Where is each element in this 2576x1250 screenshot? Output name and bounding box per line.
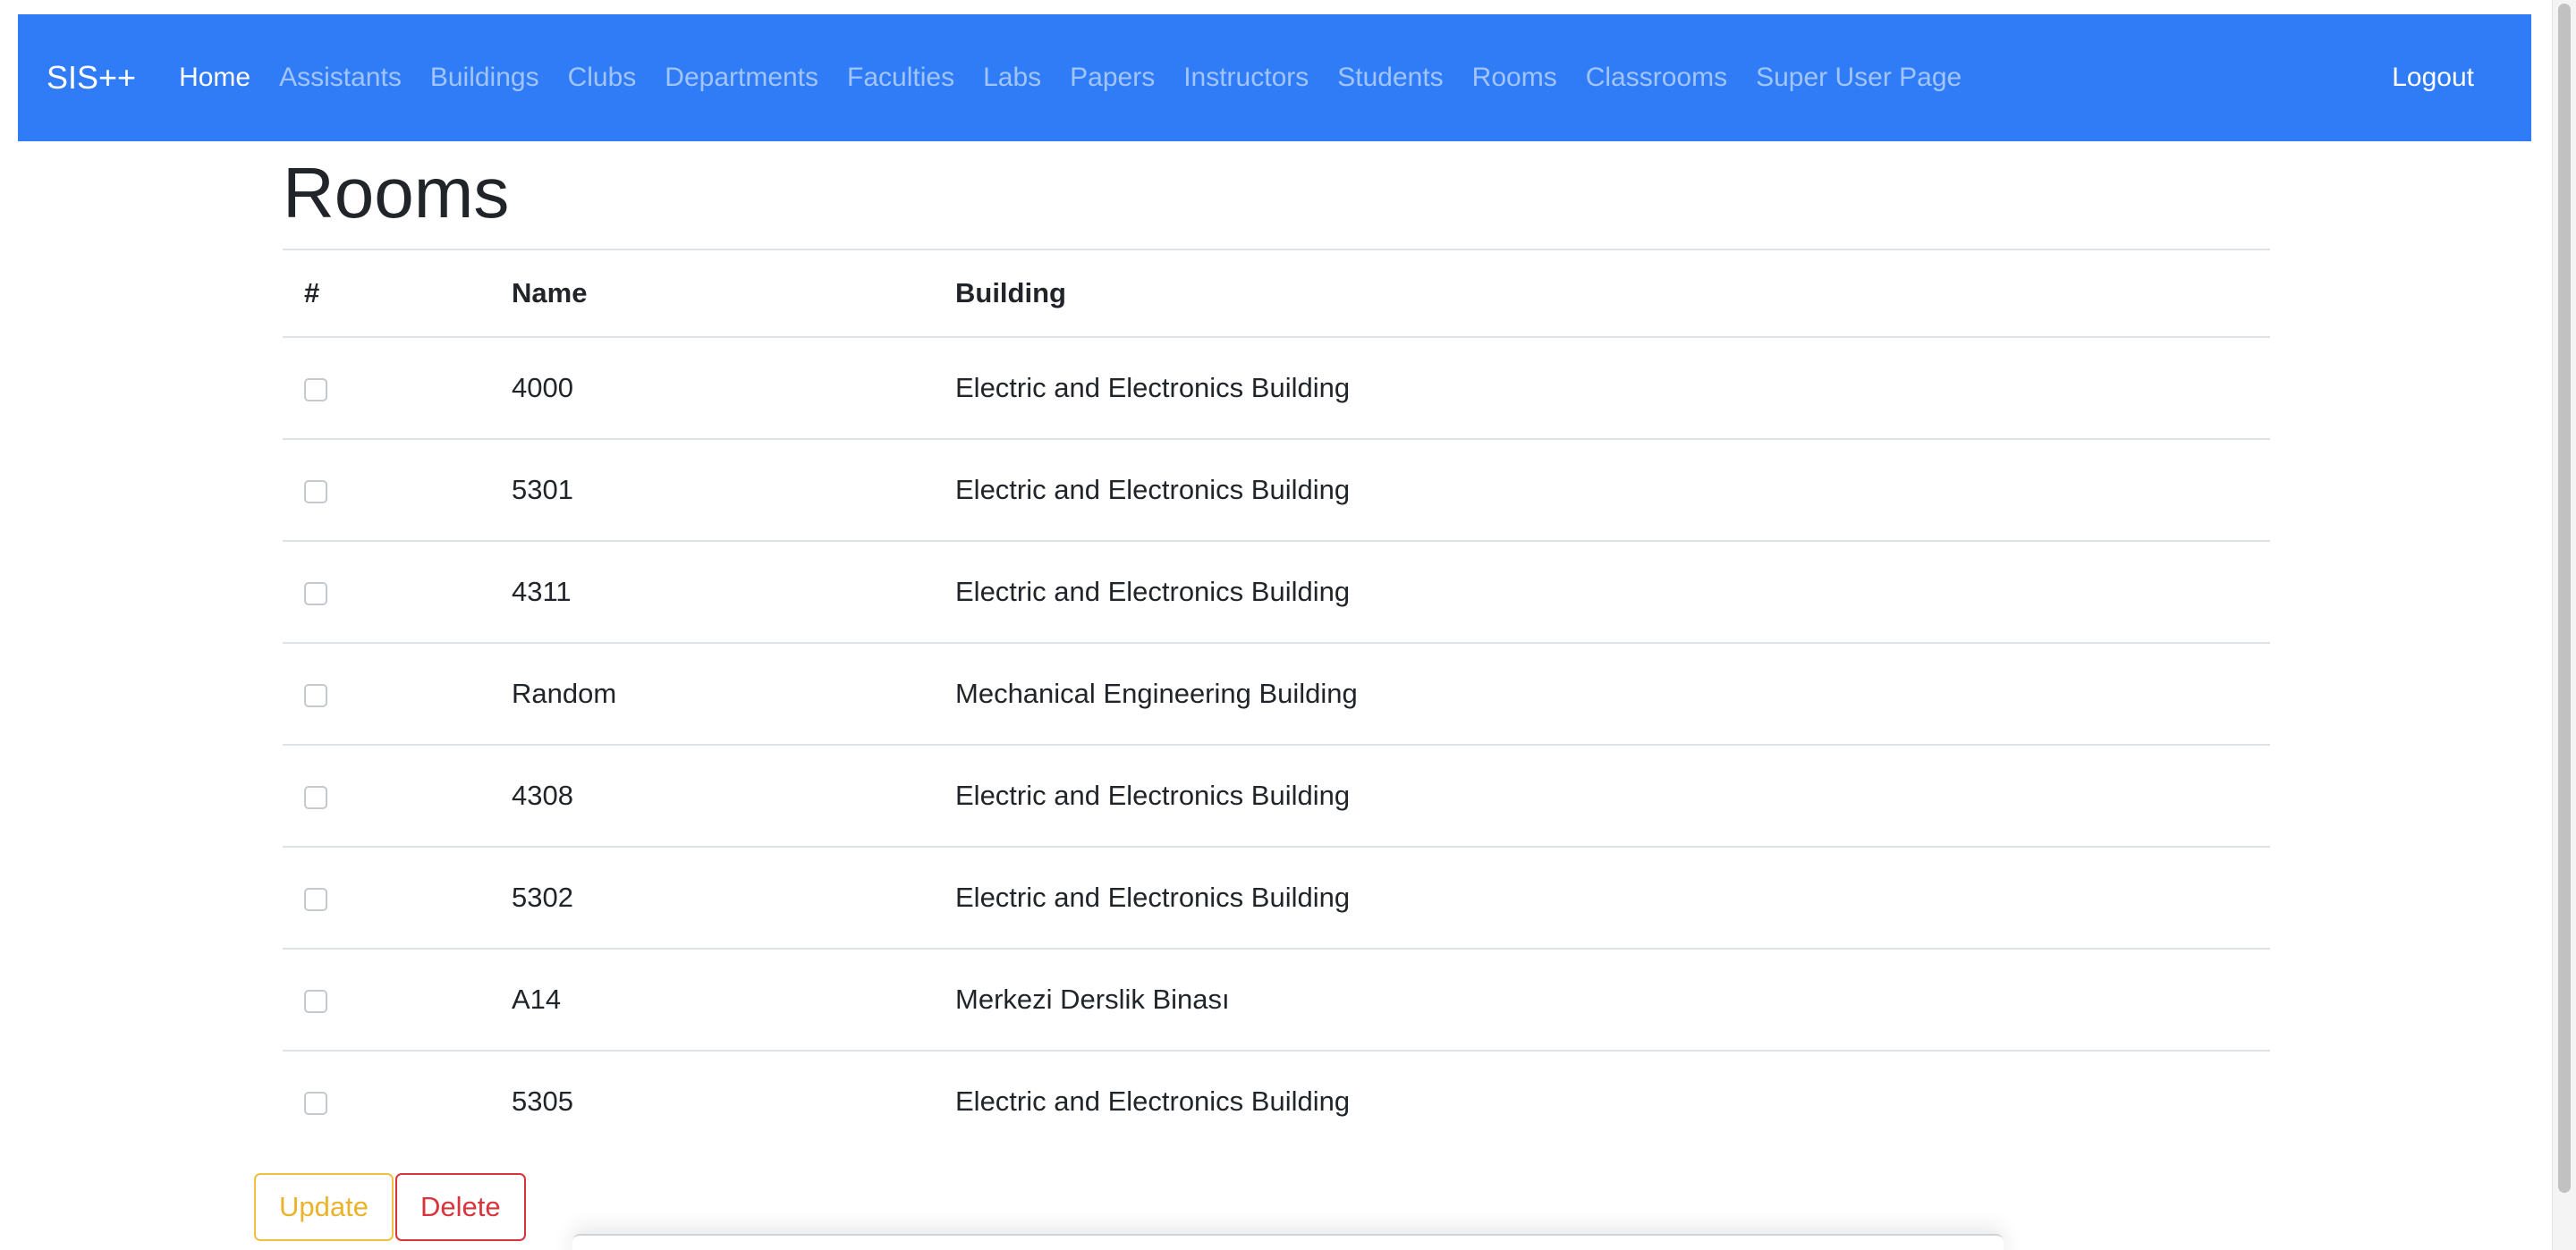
building-cell: Merkezi Derslik Binası — [934, 948, 2270, 1051]
nav-link-clubs[interactable]: Clubs — [554, 63, 651, 93]
nav-link-home[interactable]: Home — [165, 63, 265, 93]
row-checkbox[interactable] — [304, 887, 327, 911]
main-content: Rooms # Name Building 4000 Electric and … — [283, 141, 2270, 1152]
row-checkbox[interactable] — [304, 989, 327, 1013]
building-cell: Electric and Electronics Building — [934, 1050, 2270, 1152]
update-button[interactable]: Update — [254, 1173, 394, 1241]
nav-link-instructors[interactable]: Instructors — [1169, 63, 1323, 93]
nav-links: Home Assistants Buildings Clubs Departme… — [165, 63, 1976, 93]
table-body: 4000 Electric and Electronics Building 5… — [283, 337, 2270, 1152]
nav-link-students[interactable]: Students — [1323, 63, 1457, 93]
building-cell: Electric and Electronics Building — [934, 540, 2270, 643]
column-header-building: Building — [934, 249, 2270, 338]
nav-link-rooms[interactable]: Rooms — [1458, 63, 1572, 93]
table-row: 5305 Electric and Electronics Building — [283, 1050, 2270, 1152]
rooms-table: # Name Building 4000 Electric and Electr… — [283, 249, 2270, 1152]
page-title: Rooms — [283, 153, 510, 232]
row-checkbox[interactable] — [304, 377, 327, 401]
bottom-overlay-edge — [572, 1234, 2004, 1250]
nav-link-departments[interactable]: Departments — [650, 63, 833, 93]
room-name-cell: 5305 — [488, 1050, 934, 1152]
table-header: # Name Building — [283, 249, 2270, 338]
room-name-cell: A14 — [488, 948, 934, 1051]
action-buttons: Update Delete — [254, 1173, 528, 1241]
row-checkbox[interactable] — [304, 785, 327, 809]
room-name-cell: 4308 — [488, 744, 934, 847]
table-row: 4308 Electric and Electronics Building — [283, 744, 2270, 847]
row-checkbox[interactable] — [304, 581, 327, 605]
room-name-cell: Random — [488, 642, 934, 745]
nav-link-labs[interactable]: Labs — [969, 63, 1055, 93]
row-checkbox[interactable] — [304, 683, 327, 707]
nav-link-super-user-page[interactable]: Super User Page — [1741, 63, 1976, 93]
table-row: 5302 Electric and Electronics Building — [283, 846, 2270, 949]
building-cell: Electric and Electronics Building — [934, 846, 2270, 949]
table-row: A14 Merkezi Derslik Binası — [283, 948, 2270, 1051]
row-select-cell — [283, 744, 488, 847]
navbar: SIS++ Home Assistants Buildings Clubs De… — [18, 14, 2531, 141]
table-row: 4311 Electric and Electronics Building — [283, 540, 2270, 643]
nav-link-papers[interactable]: Papers — [1055, 63, 1169, 93]
row-select-cell — [283, 540, 488, 643]
brand-link[interactable]: SIS++ — [47, 59, 136, 97]
nav-link-buildings[interactable]: Buildings — [416, 63, 554, 93]
table-row: 5301 Electric and Electronics Building — [283, 438, 2270, 541]
delete-button[interactable]: Delete — [394, 1173, 526, 1241]
row-select-cell — [283, 846, 488, 949]
building-cell: Mechanical Engineering Building — [934, 642, 2270, 745]
room-name-cell: 4311 — [488, 540, 934, 643]
building-cell: Electric and Electronics Building — [955, 372, 1351, 403]
nav-link-faculties[interactable]: Faculties — [833, 63, 969, 93]
table-row: Random Mechanical Engineering Building — [283, 642, 2270, 745]
row-select-cell — [283, 642, 488, 745]
room-name-cell: 4000 — [512, 372, 573, 403]
table-row: 4000 Electric and Electronics Building — [283, 337, 2270, 439]
building-cell: Electric and Electronics Building — [934, 744, 2270, 847]
row-checkbox[interactable] — [304, 1091, 327, 1115]
scrollbar-thumb[interactable] — [2558, 4, 2571, 1193]
nav-link-classrooms[interactable]: Classrooms — [1572, 63, 1741, 93]
nav-link-assistants[interactable]: Assistants — [265, 63, 416, 93]
column-header-name: Name — [488, 249, 934, 338]
row-checkbox[interactable] — [304, 479, 327, 503]
room-name-cell: 5301 — [488, 438, 934, 541]
building-cell: Electric and Electronics Building — [934, 438, 2270, 541]
row-select-cell — [283, 948, 488, 1051]
page: SIS++ Home Assistants Buildings Clubs De… — [0, 0, 2576, 1250]
room-name-cell: 5302 — [488, 846, 934, 949]
scrollbar[interactable] — [2552, 0, 2576, 1250]
row-select-cell — [283, 438, 488, 541]
row-select-cell — [283, 1050, 488, 1152]
logout-link[interactable]: Logout — [2392, 63, 2474, 93]
row-select-cell — [283, 337, 488, 439]
table-header-row: # Name Building — [283, 249, 2270, 338]
column-header-number: # — [283, 249, 488, 338]
